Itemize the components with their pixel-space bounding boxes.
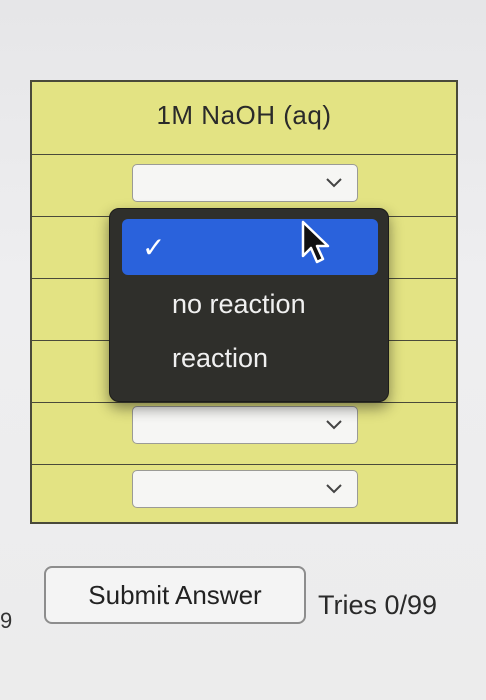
tries-counter: Tries 0/99: [318, 590, 438, 620]
chevron-down-icon: [326, 420, 342, 430]
dropdown-menu: ✓ no reaction reaction: [109, 208, 389, 402]
table-header-row: 1M NaOH (aq): [32, 82, 456, 155]
chevron-down-icon: [326, 178, 342, 188]
column-header: 1M NaOH (aq): [156, 100, 332, 130]
submit-answer-button[interactable]: Submit Answer: [44, 566, 306, 624]
table-row: [32, 402, 456, 465]
menu-item-reaction[interactable]: reaction: [172, 343, 268, 374]
reaction-select-1[interactable]: [132, 164, 358, 202]
checkmark-icon: ✓: [142, 231, 166, 264]
menu-item-blank[interactable]: ✓: [122, 219, 378, 275]
mouse-pointer-icon: [301, 220, 330, 264]
reaction-select-5[interactable]: [132, 406, 358, 444]
table-row: [32, 464, 456, 522]
chevron-down-icon: [326, 484, 342, 494]
partial-edge-glyph: 9: [0, 608, 13, 633]
menu-item-no-reaction[interactable]: no reaction: [172, 289, 306, 320]
reaction-select-6[interactable]: [132, 470, 358, 508]
